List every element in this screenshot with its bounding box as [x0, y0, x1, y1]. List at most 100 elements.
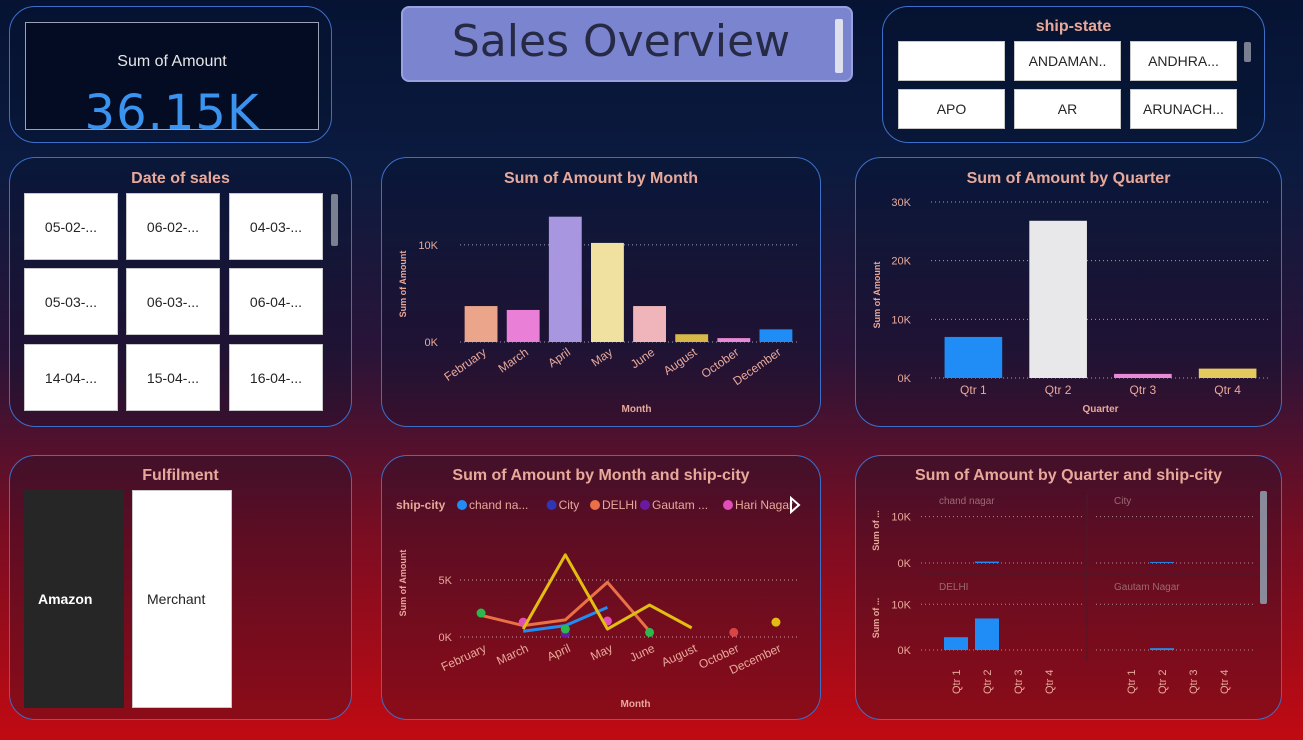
bar [975, 618, 999, 650]
date-tile[interactable]: 06-02-... [126, 193, 220, 260]
fulfilment-title: Fulfilment [142, 467, 219, 484]
legend-label: Gautam ... [652, 498, 708, 512]
y-tick-label: 0K [898, 373, 912, 385]
date-tile[interactable]: 05-02-... [24, 193, 118, 260]
y-tick-label: 30K [891, 197, 911, 209]
ship-state-tile[interactable] [898, 41, 1005, 81]
y-axis-label: Sum of Amount [398, 550, 408, 617]
x-tick-label: June [628, 345, 658, 372]
quarter-city-scrollbar[interactable] [1260, 491, 1267, 604]
title-scrollbar[interactable] [835, 19, 843, 73]
y-tick-label: 0K [898, 558, 912, 570]
date-scrollbar[interactable] [331, 194, 338, 246]
x-axis-label: Quarter [1082, 404, 1118, 415]
legend-label: DELHI [602, 498, 637, 512]
kpi-value: 36.15K [84, 85, 260, 141]
x-tick-label: April [545, 345, 573, 370]
y-tick-label: 10K [418, 240, 438, 252]
x-tick-label: Qtr 4 [1044, 670, 1056, 694]
bar [944, 637, 968, 650]
date-tile[interactable]: 06-04-... [229, 268, 323, 335]
x-tick-label: Qtr 1 [960, 383, 987, 397]
y-axis-label: Sum of Amount [872, 262, 882, 329]
bar [633, 306, 666, 342]
date-tile[interactable]: 04-03-... [229, 193, 323, 260]
x-tick-label: February [439, 641, 488, 674]
y-tick-label: 0K [425, 337, 439, 349]
month-city-chart-card: Sum of Amount by Month and ship-city shi… [381, 455, 821, 720]
legend-marker [723, 500, 733, 510]
date-tile[interactable]: 14-04-... [24, 344, 118, 411]
legend-label: chand na... [469, 498, 528, 512]
month-chart: 0K 10K Sum of Amount February March April May J… [398, 216, 797, 415]
bar [759, 329, 793, 342]
bar [944, 336, 1003, 378]
bar [464, 306, 498, 342]
y-tick-label: 10K [891, 512, 911, 524]
bar [675, 334, 709, 342]
x-tick-label: Qtr 3 [1188, 670, 1200, 694]
x-axis-label: Month [621, 699, 651, 710]
bar [548, 216, 582, 342]
x-tick-label: Qtr 3 [1130, 383, 1157, 397]
ship-state-tile[interactable]: APO [898, 89, 1005, 129]
panel-title: DELHI [939, 582, 968, 593]
legend-marker [457, 500, 467, 510]
quarter-city-chart: chand nagar 0K 10K Sum of ... City DELHI 0K 10K… [871, 494, 1256, 694]
fulfilment-slicer: Fulfilment Amazon Merchant [9, 455, 352, 720]
bar [1029, 220, 1087, 378]
ship-state-scrollbar[interactable] [1244, 42, 1251, 62]
x-tick-label: December [730, 345, 783, 388]
series-point [771, 617, 781, 627]
y-axis-label: Sum of ... [871, 598, 881, 639]
x-tick-label: April [545, 641, 573, 664]
ship-state-slicer: ship-state ANDAMAN.. ANDHRA... APO AR AR… [882, 6, 1265, 143]
date-of-sales-slicer: Date of sales 05-02-... 06-02-... 04-03-… [9, 157, 352, 427]
x-tick-label: Qtr 2 [982, 670, 994, 694]
legend-marker [590, 500, 600, 510]
y-tick-label: 20K [891, 256, 911, 268]
ship-state-tile[interactable]: ANDHRA... [1130, 41, 1237, 81]
series-point [476, 608, 486, 618]
ship-state-tile[interactable]: ANDAMAN.. [1014, 41, 1121, 81]
x-tick-label: August [661, 345, 700, 378]
month-chart-card: Sum of Amount by Month 0K 10K Sum of Amoun… [381, 157, 821, 427]
legend-label: Hari Nagar [735, 498, 793, 512]
x-tick-label: May [589, 345, 616, 369]
month-city-chart: ship-city chand na... City DELHI Gautam ... H… [396, 495, 801, 710]
bar [1150, 648, 1174, 650]
legend-marker [640, 500, 650, 510]
quarter-chart: 0K 10K 20K 30K Sum of Amount Qtr 1 Qtr 2 Qtr 3 Q… [872, 197, 1270, 415]
date-tile[interactable]: 16-04-... [229, 344, 323, 411]
bar [975, 561, 999, 563]
x-tick-label: Qtr 1 [951, 670, 963, 694]
y-tick-label: 0K [898, 645, 912, 657]
x-tick-label: May [588, 641, 614, 663]
x-axis-label: Month [622, 404, 652, 415]
date-tile[interactable]: 15-04-... [126, 344, 220, 411]
date-tile[interactable]: 06-03-... [126, 268, 220, 335]
series-point [645, 627, 655, 637]
x-tick-label: Qtr 2 [1157, 670, 1169, 694]
panel-title: Gautam Nagar [1114, 582, 1180, 593]
kpi-frame: Sum of Amount 36.15K [25, 22, 319, 141]
date-of-sales-title: Date of sales [131, 170, 230, 187]
page-title: Sales Overview [451, 16, 791, 67]
x-tick-label: February [441, 345, 488, 384]
bar [506, 309, 540, 342]
x-tick-label: Qtr 2 [1045, 383, 1072, 397]
y-tick-label: 10K [891, 314, 911, 326]
x-tick-label: June [627, 641, 657, 665]
ship-state-tile[interactable]: AR [1014, 89, 1121, 129]
fulfilment-amazon-button[interactable]: Amazon [24, 490, 124, 708]
x-tick-label: March [496, 345, 531, 376]
ship-state-tile[interactable]: ARUNACH... [1130, 89, 1237, 129]
date-tile[interactable]: 05-03-... [24, 268, 118, 335]
y-axis-label: Sum of ... [871, 510, 881, 551]
x-tick-label: Qtr 3 [1013, 670, 1025, 694]
x-tick-label: March [494, 641, 530, 668]
panel-title: City [1114, 496, 1131, 507]
fulfilment-merchant-button[interactable]: Merchant [132, 490, 232, 708]
y-tick-label: 5K [439, 575, 453, 587]
kpi-card: Sum of Amount 36.15K [9, 6, 332, 143]
